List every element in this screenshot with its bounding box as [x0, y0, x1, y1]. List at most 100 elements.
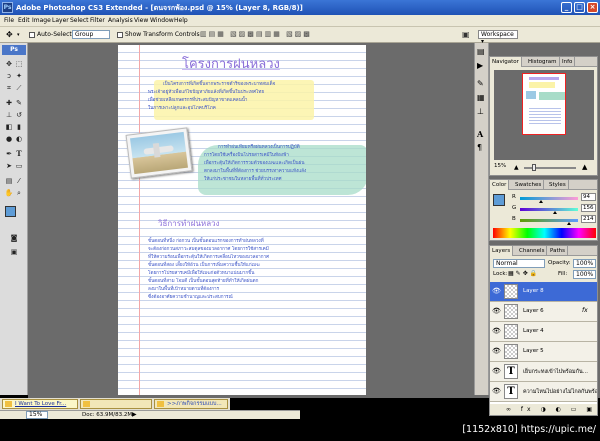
blur-tool-icon[interactable]: ● — [4, 134, 14, 144]
eraser-tool-icon[interactable]: ◧ — [4, 122, 14, 132]
move-tool-icon[interactable]: ✥ — [4, 59, 14, 69]
gradient-tool-icon[interactable]: ▮ — [14, 122, 24, 132]
minimize-button[interactable]: _ — [561, 2, 572, 13]
channel-r-value[interactable]: 94 — [581, 193, 596, 201]
lock-options-icon[interactable]: ▦✎✥🔒 — [508, 270, 539, 277]
foreground-color-swatch[interactable] — [5, 206, 16, 217]
navigator-zoom-slider[interactable] — [524, 164, 576, 171]
color-foreground-swatch[interactable] — [493, 194, 505, 206]
auto-select-dropdown[interactable]: Group — [72, 30, 110, 39]
hand-tool-icon[interactable]: ✋ — [4, 188, 14, 198]
menu-image[interactable]: Image — [32, 17, 51, 24]
zoom-tool-icon[interactable]: ⌕ — [14, 188, 24, 198]
channel-b-value[interactable]: 214 — [581, 215, 596, 223]
move-tool-icon[interactable]: ✥ — [6, 30, 13, 39]
paragraph-panel-icon[interactable]: ¶ — [477, 143, 482, 152]
fill-input[interactable]: 100% — [573, 270, 596, 279]
channel-b-slider[interactable] — [520, 219, 578, 225]
opacity-input[interactable]: 100% — [573, 259, 596, 268]
clone-source-icon[interactable]: ⊥ — [477, 107, 484, 116]
dock-icon[interactable]: ▣ — [462, 30, 470, 39]
eye-icon[interactable]: 👁 — [492, 327, 501, 335]
zoom-out-icon[interactable]: ▲ — [514, 164, 519, 171]
layer-row[interactable]: 👁 Layer 5 — [490, 342, 597, 362]
layer-row[interactable]: 👁 T เย็บกระทงเข้าไปพร้อมกัน... — [490, 362, 597, 382]
transform-controls-checkbox[interactable] — [117, 32, 123, 38]
close-button[interactable]: × — [587, 2, 598, 13]
task-item[interactable]: >>ภาพกิจกรรมแบบ... — [154, 399, 228, 409]
tab-swatches[interactable]: Swatches — [513, 180, 545, 190]
document-canvas[interactable]: โครงการฝนหลวง เป็นโครงการที่เกิดขึ้นจากพ… — [118, 45, 366, 395]
channel-g-slider[interactable] — [520, 208, 578, 214]
shape-tool-icon[interactable]: ▭ — [14, 161, 24, 171]
channel-slider-marker-icon[interactable] — [553, 211, 558, 214]
navigator-zoom-value[interactable]: 15% — [494, 163, 506, 169]
clone-stamp-tool-icon[interactable]: ⊥ — [4, 110, 14, 120]
maximize-button[interactable]: □ — [574, 2, 585, 13]
tab-paths[interactable]: Paths — [548, 246, 568, 256]
menu-window[interactable]: Window — [150, 17, 174, 24]
notes-tool-icon[interactable]: ▤ — [4, 176, 14, 186]
eye-icon[interactable]: 👁 — [492, 307, 501, 315]
tool-presets-icon[interactable]: ▦ — [477, 93, 485, 102]
dodge-tool-icon[interactable]: ◐ — [14, 134, 24, 144]
menu-help[interactable]: Help — [174, 17, 188, 24]
healing-brush-tool-icon[interactable]: ✚ — [4, 98, 14, 108]
screen-mode-icon[interactable]: ▣ — [9, 247, 19, 257]
navigator-zoom-thumb[interactable] — [532, 164, 536, 171]
status-zoom[interactable]: 15% — [26, 411, 48, 419]
eye-icon[interactable]: 👁 — [492, 387, 501, 395]
actions-panel-icon[interactable]: ▶ — [477, 61, 483, 70]
auto-select-checkbox[interactable] — [29, 32, 35, 38]
align-buttons-icon[interactable]: ▥▤▦ ▧▨▩ — [200, 30, 256, 38]
path-selection-tool-icon[interactable]: ➤ — [4, 161, 14, 171]
tab-histogram[interactable]: Histogram — [526, 57, 560, 67]
task-item[interactable] — [80, 399, 152, 409]
brush-tool-icon[interactable]: ✎ — [14, 98, 24, 108]
menu-layer[interactable]: Layer — [52, 17, 69, 24]
distribute-buttons-icon[interactable]: ▤▥▦ ▧▨▩ — [256, 30, 312, 38]
channel-r-slider[interactable] — [520, 197, 578, 203]
history-brush-tool-icon[interactable]: ↺ — [14, 110, 24, 120]
eye-icon[interactable]: 👁 — [492, 287, 501, 295]
layer-actions-icon[interactable]: ∞ fx ◑ ◐ ▭ ▣ 🗑 — [506, 406, 600, 413]
type-tool-icon[interactable]: T — [14, 149, 24, 159]
tab-color[interactable]: Color — [490, 180, 510, 190]
menu-edit[interactable]: Edit — [18, 17, 30, 24]
tab-navigator[interactable]: Navigator — [490, 57, 522, 67]
layer-effects-icon[interactable]: fx — [582, 307, 588, 314]
tab-layers[interactable]: Layers — [490, 246, 514, 256]
tab-styles[interactable]: Styles — [547, 180, 569, 190]
quick-mask-icon[interactable]: ◙ — [9, 233, 19, 243]
menu-analysis[interactable]: Analysis — [108, 17, 133, 24]
menu-file[interactable]: File — [4, 17, 14, 24]
brushes-panel-icon[interactable]: ✎ — [477, 79, 484, 88]
eyedropper-tool-icon[interactable]: ⁄ — [14, 176, 24, 186]
slice-tool-icon[interactable]: ⟋ — [14, 83, 24, 93]
history-panel-icon[interactable]: ▤ — [477, 47, 485, 56]
eye-icon[interactable]: 👁 — [492, 367, 501, 375]
magic-wand-tool-icon[interactable]: ✦ — [14, 71, 24, 81]
status-menu-arrow-icon[interactable]: ▶ — [132, 411, 137, 418]
tab-info[interactable]: Info — [560, 57, 576, 67]
tab-channels[interactable]: Channels — [517, 246, 548, 256]
blend-mode-dropdown[interactable]: Normal — [493, 259, 545, 268]
character-panel-icon[interactable]: A — [477, 129, 483, 139]
pen-tool-icon[interactable]: ✒ — [4, 149, 14, 159]
layer-row[interactable]: 👁 T ความไหนไปอย่างไม่ไกลกันพร้อม — [490, 382, 597, 402]
layer-row[interactable]: 👁 Layer 8 — [490, 282, 597, 302]
menu-filter[interactable]: Filter — [90, 17, 105, 24]
channel-slider-marker-icon[interactable] — [539, 200, 544, 203]
color-spectrum-bar[interactable] — [493, 228, 596, 238]
menu-select[interactable]: Select — [70, 17, 89, 24]
channel-slider-marker-icon[interactable] — [566, 222, 571, 225]
channel-g-value[interactable]: 156 — [581, 204, 596, 212]
crop-tool-icon[interactable]: ⌗ — [4, 83, 14, 93]
tool-preset-dropdown-icon[interactable]: ▾ — [17, 32, 20, 38]
layer-row[interactable]: 👁 Layer 4 — [490, 322, 597, 342]
layer-row[interactable]: 👁 Layer 6 fx — [490, 302, 597, 322]
menu-view[interactable]: View — [134, 17, 148, 24]
workspace-button[interactable]: Workspace ▾ — [478, 30, 518, 45]
marquee-tool-icon[interactable]: ⬚ — [14, 59, 24, 69]
task-item[interactable]: I Want To Love Fr... — [2, 399, 78, 409]
